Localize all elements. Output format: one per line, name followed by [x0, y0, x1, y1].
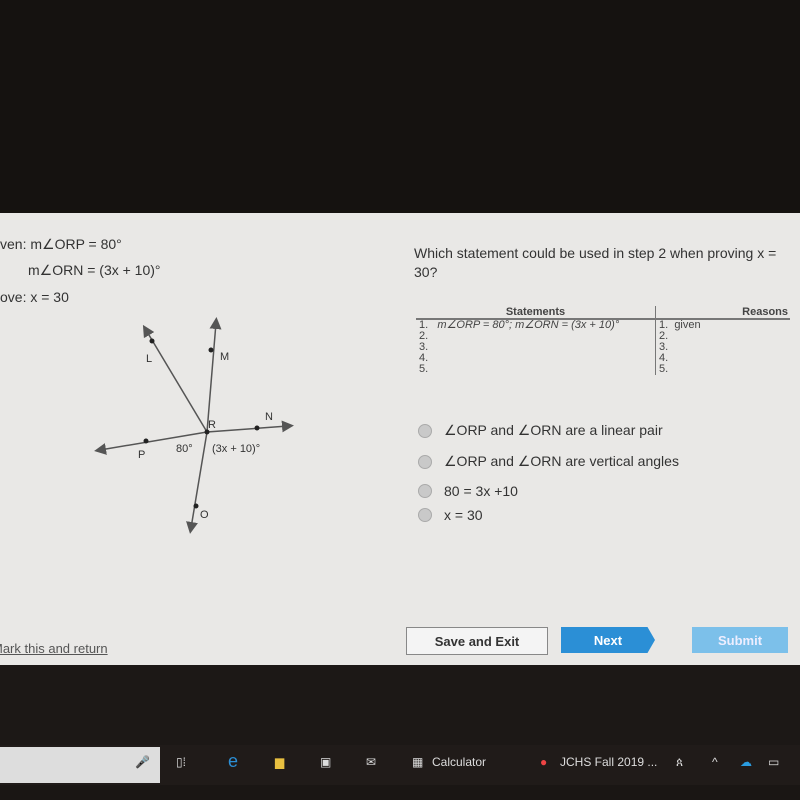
mail-icon[interactable]: ✉ — [366, 755, 376, 769]
ray-rm — [206, 317, 222, 433]
proof-row: 2. 2. — [416, 331, 790, 342]
option-3[interactable]: 80 = 3x +10 — [418, 483, 518, 499]
label-m: M — [220, 351, 229, 363]
radio-button[interactable] — [418, 484, 432, 498]
option-2[interactable]: ∠ORP and ∠ORN are vertical angles — [418, 453, 679, 470]
option-4[interactable]: x = 30 — [418, 507, 483, 523]
mark-and-return-link[interactable]: Mark this and return — [0, 641, 108, 656]
task-view-icon[interactable]: ▯⁞ — [176, 755, 186, 769]
ray-rn — [206, 420, 294, 433]
reasons-header: Reasons — [655, 306, 790, 320]
store-icon[interactable]: ▣ — [320, 755, 331, 769]
angle-label-3x10: (3x + 10)° — [212, 443, 260, 455]
statements-header: Statements — [416, 306, 656, 320]
chevron-up-icon[interactable]: ^ — [712, 755, 718, 769]
option-1[interactable]: ∠ORP and ∠ORN are a linear pair — [418, 422, 663, 439]
proof-row: 5. 5. — [416, 364, 790, 375]
save-and-exit-button[interactable]: Save and Exit — [406, 627, 548, 655]
next-button[interactable]: Next — [561, 627, 655, 653]
microphone-icon[interactable]: 🎤 — [135, 755, 150, 769]
edge-icon[interactable]: e — [228, 751, 238, 772]
onedrive-icon[interactable]: ☁ — [740, 755, 752, 769]
calculator-taskbar-item[interactable]: Calculator — [432, 755, 486, 769]
proof-row: 4. 4. — [416, 353, 790, 364]
label-l: L — [146, 353, 152, 365]
question-text: Which statement could be used in step 2 … — [414, 245, 777, 280]
radio-button[interactable] — [418, 423, 432, 438]
label-r: R — [208, 419, 216, 431]
angle-label-80: 80° — [176, 443, 193, 455]
chrome-icon: ● — [540, 755, 548, 769]
label-o: O — [200, 509, 209, 521]
people-icon[interactable]: ጰ — [676, 755, 683, 770]
ray-rl — [142, 324, 208, 433]
proof-table: Statements Reasons 1. m∠ORP = 80°; m∠ORN … — [416, 306, 790, 375]
battery-icon[interactable]: ▭ — [768, 755, 779, 769]
label-n: N — [265, 411, 273, 423]
proof-row: 1. m∠ORP = 80°; m∠ORN = (3x + 10)° 1. giv… — [416, 319, 790, 331]
chrome-taskbar-item[interactable]: JCHS Fall 2019 ... — [560, 755, 657, 769]
taskbar: 🎤 ▯⁞ e ▆ ▣ ✉ ▦ Calculator ● JCHS Fall 20… — [0, 745, 800, 785]
radio-button[interactable] — [418, 508, 432, 522]
screen-bezel-bottom — [0, 665, 800, 745]
file-explorer-icon[interactable]: ▆ — [275, 755, 284, 769]
radio-button[interactable] — [418, 454, 432, 469]
proof-row: 3. 3. — [416, 342, 790, 353]
label-p: P — [138, 449, 145, 461]
calculator-icon: ▦ — [412, 755, 424, 769]
submit-button[interactable]: Submit — [692, 627, 788, 653]
